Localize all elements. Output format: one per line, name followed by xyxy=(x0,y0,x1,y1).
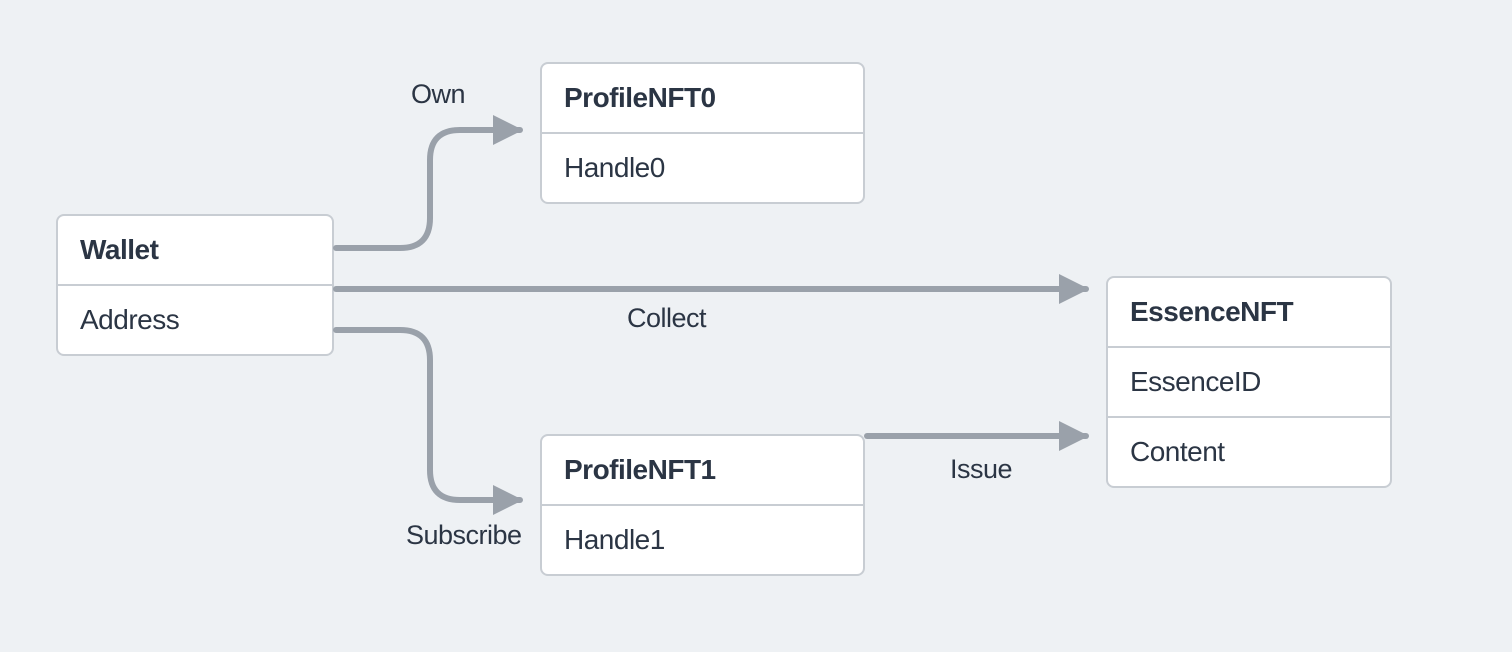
entity-essence-field-essenceid: EssenceID xyxy=(1108,348,1390,416)
edge-collect-label: Collect xyxy=(627,303,706,334)
edge-issue-label: Issue xyxy=(950,454,1012,485)
edge-own-label: Own xyxy=(411,79,465,110)
diagram-canvas: Wallet Address ProfileNFT0 Handle0 Profi… xyxy=(0,0,1512,652)
edge-subscribe-label: Subscribe xyxy=(406,520,522,551)
entity-wallet: Wallet Address xyxy=(56,214,334,356)
entity-wallet-title: Wallet xyxy=(58,216,332,286)
entity-profile0-title: ProfileNFT0 xyxy=(542,64,863,134)
entity-essence: EssenceNFT EssenceID Content xyxy=(1106,276,1392,488)
entity-wallet-field-address: Address xyxy=(58,286,332,354)
entity-profile0-field-handle: Handle0 xyxy=(542,134,863,202)
entity-profile1-field-handle: Handle1 xyxy=(542,506,863,574)
entity-essence-title: EssenceNFT xyxy=(1108,278,1390,348)
entity-essence-field-content: Content xyxy=(1108,416,1390,486)
edge-subscribe-path xyxy=(336,330,520,500)
entity-profile0: ProfileNFT0 Handle0 xyxy=(540,62,865,204)
entity-profile1: ProfileNFT1 Handle1 xyxy=(540,434,865,576)
entity-profile1-title: ProfileNFT1 xyxy=(542,436,863,506)
edge-own-path xyxy=(336,130,520,248)
